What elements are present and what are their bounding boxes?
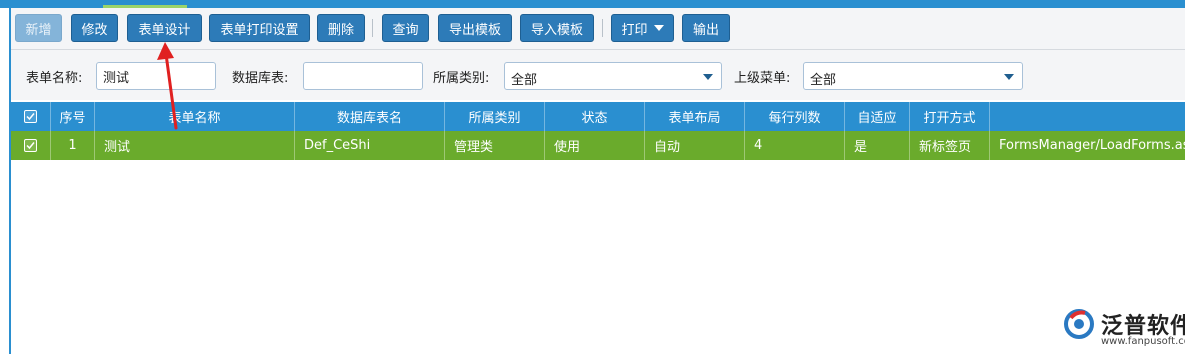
add-button[interactable]: 新增 — [15, 14, 62, 42]
export-template-button[interactable]: 导出模板 — [438, 14, 512, 42]
column-header-adaptive[interactable]: 自适应 — [845, 102, 910, 131]
category-value: 全部 — [511, 73, 538, 88]
form-name-label: 表单名称: — [26, 71, 83, 86]
cell-category: 管理类 — [445, 131, 545, 160]
cell-open-mode: 新标签页 — [910, 131, 990, 160]
cell-columns-per-row: 4 — [745, 131, 845, 160]
toolbar-separator — [372, 19, 373, 37]
db-table-label: 数据库表: — [232, 71, 289, 86]
parent-menu-label: 上级菜单: — [734, 71, 791, 86]
logo: 泛普软件 www.fanpusoft.com — [1063, 306, 1185, 352]
column-header-url[interactable] — [990, 102, 1185, 131]
column-header-index[interactable]: 序号 — [51, 102, 95, 131]
row-checkbox[interactable] — [24, 139, 37, 152]
print-label: 打印 — [621, 22, 648, 38]
cell-status: 使用 — [545, 131, 645, 160]
cell-adaptive: 是 — [845, 131, 910, 160]
row-select-cell — [11, 131, 51, 160]
annotation-arrow-icon — [157, 42, 178, 130]
column-header-db-table[interactable]: 数据库表名 — [295, 102, 445, 131]
cell-index: 1 — [51, 131, 95, 160]
column-header-category[interactable]: 所属类别 — [445, 102, 545, 131]
query-button[interactable]: 查询 — [382, 14, 429, 42]
db-table-input[interactable] — [303, 62, 423, 90]
category-label: 所属类别: — [433, 71, 490, 86]
column-header-form-name[interactable]: 表单名称 — [95, 102, 295, 131]
toolbar-separator — [602, 19, 603, 37]
dropdown-arrow-icon — [703, 74, 713, 80]
column-header-open-mode[interactable]: 打开方式 — [910, 102, 990, 131]
form-design-button[interactable]: 表单设计 — [127, 14, 202, 42]
column-header-columns-per-row[interactable]: 每行列数 — [745, 102, 845, 131]
output-button[interactable]: 输出 — [682, 14, 730, 42]
cell-db-table: Def_CeShi — [295, 131, 445, 160]
parent-menu-select[interactable]: 全部 — [803, 62, 1023, 90]
cell-layout: 自动 — [645, 131, 745, 160]
cell-form-name: 测试 — [95, 131, 295, 160]
select-all-cell — [11, 102, 51, 131]
edit-button[interactable]: 修改 — [71, 14, 118, 42]
caret-down-icon — [653, 25, 664, 31]
column-header-layout[interactable]: 表单布局 — [645, 102, 745, 131]
check-icon — [26, 142, 35, 150]
column-header-status[interactable]: 状态 — [545, 102, 645, 131]
import-template-button[interactable]: 导入模板 — [520, 14, 594, 42]
select-all-checkbox[interactable] — [24, 110, 37, 123]
brand-logo-icon — [1064, 309, 1094, 339]
brand-url: www.fanpusoft.com — [1101, 336, 1185, 347]
parent-menu-value: 全部 — [810, 73, 837, 88]
check-icon — [26, 113, 35, 121]
delete-button[interactable]: 删除 — [317, 14, 365, 42]
print-dropdown-button[interactable]: 打印 — [611, 14, 674, 42]
form-print-settings-button[interactable]: 表单打印设置 — [209, 14, 310, 42]
dropdown-arrow-icon — [1004, 74, 1014, 80]
cell-url: FormsManager/LoadForms.aspx — [999, 138, 1185, 153]
category-select[interactable]: 全部 — [504, 62, 722, 90]
